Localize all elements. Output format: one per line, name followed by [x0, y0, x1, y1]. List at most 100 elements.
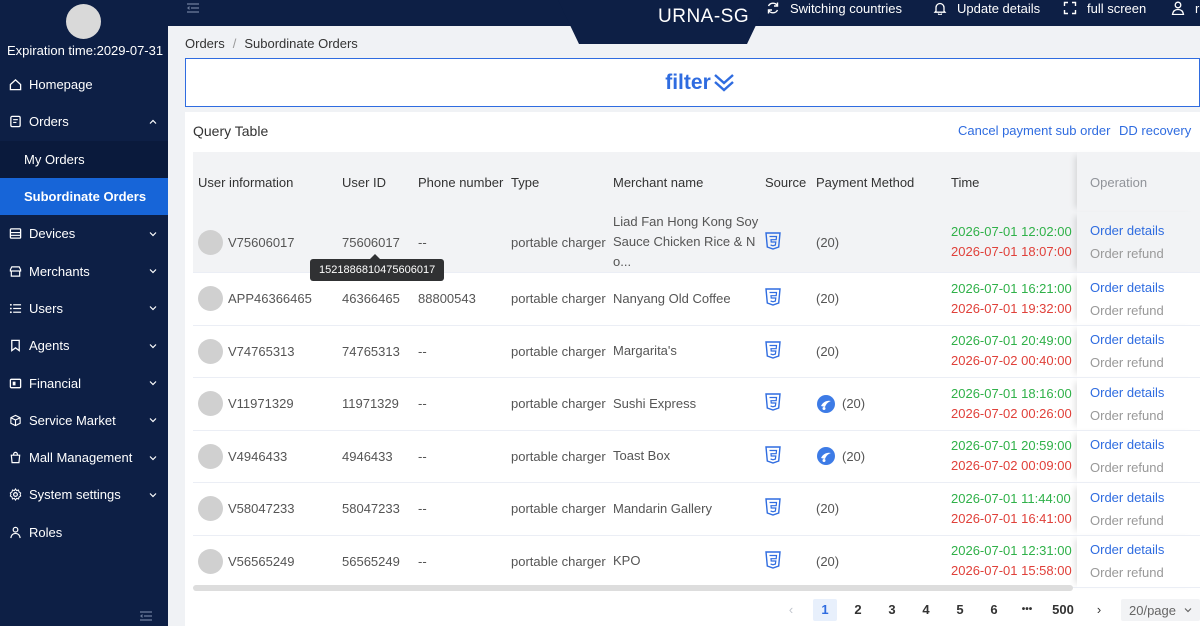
cube-icon	[8, 413, 22, 427]
payment-value: (20)	[816, 343, 840, 359]
user-id-cell[interactable]: 58047233	[337, 482, 413, 536]
time-cell: 2026-07-01 18:16:00 2026-07-02 00:26:00	[946, 377, 1077, 431]
order-refund-link: Order refund	[1090, 407, 1164, 423]
user-id-cell[interactable]: 4946433	[337, 430, 413, 483]
sidebar-item-label: Mall Management	[29, 450, 133, 466]
sidebar-item-subordinate-orders[interactable]: Subordinate Orders	[0, 177, 168, 216]
page-button[interactable]: 2	[846, 599, 870, 621]
end-time: 2026-07-01 15:58:00	[951, 563, 1072, 579]
horizontal-scrollbar[interactable]	[193, 585, 1073, 591]
sidebar-menu: Homepage Orders My Orders Subordinate Or…	[0, 66, 168, 551]
app-title: URNA-SG	[658, 6, 750, 27]
update-details-label: Update details	[957, 0, 1041, 16]
sidebar-item-agents[interactable]: Agents	[0, 327, 168, 364]
user-info-cell: V4946433	[193, 430, 337, 483]
dd-recovery-link[interactable]: DD recovery	[1119, 123, 1191, 138]
phone-cell: --	[413, 482, 506, 536]
filter-toggle[interactable]: filter	[185, 58, 1200, 107]
table-header-row: User information User ID Phone number Ty…	[193, 152, 1200, 212]
sidebar-item-roles[interactable]: Roles	[0, 514, 168, 551]
sidebar-item-orders[interactable]: Orders	[0, 103, 168, 140]
cancel-payment-sub-order-link[interactable]: Cancel payment sub order	[958, 123, 1110, 138]
page-button[interactable]: 500	[1047, 599, 1079, 621]
operation-cell: Order details Order refund	[1077, 377, 1200, 431]
page-button[interactable]: 6	[982, 599, 1006, 621]
html5-icon	[765, 231, 781, 250]
store-icon	[8, 264, 22, 278]
order-details-link[interactable]: Order details	[1090, 276, 1200, 299]
merchant-name: KPO	[613, 553, 641, 569]
page-button[interactable]: 3	[880, 599, 904, 621]
sidebar-item-label: Roles	[29, 524, 63, 540]
source-cell	[760, 482, 811, 536]
sidebar-item-financial[interactable]: Financial	[0, 364, 168, 401]
fullscreen-button[interactable]: full screen	[1063, 0, 1146, 16]
html5-icon	[765, 393, 781, 411]
sidebar-item-service-market[interactable]: Service Market	[0, 402, 168, 439]
switch-country-button[interactable]: Switching countries	[766, 0, 902, 16]
avatar[interactable]	[66, 4, 101, 39]
user-id-cell[interactable]: 74765313	[337, 325, 413, 378]
page-button[interactable]: 5	[948, 599, 972, 621]
payment-value: (20)	[816, 234, 840, 250]
sidebar-item-homepage[interactable]: Homepage	[0, 66, 168, 103]
source-cell	[760, 430, 811, 483]
chevron-down-icon	[149, 455, 157, 460]
order-refund-link: Order refund	[1090, 355, 1164, 371]
sidebar-item-mall-management[interactable]: Mall Management	[0, 439, 168, 476]
sidebar-item-system-settings[interactable]: System settings	[0, 476, 168, 513]
fold-menu-icon[interactable]	[186, 2, 200, 14]
merchant-name: Margarita's	[613, 343, 677, 359]
end-time: 2026-07-01 18:07:00	[951, 244, 1072, 259]
user-id-cell[interactable]: 56565249	[337, 535, 413, 588]
order-details-link[interactable]: Order details	[1090, 433, 1200, 456]
sidebar-item-users[interactable]: Users	[0, 290, 168, 327]
start-time: 2026-07-01 18:16:00	[951, 385, 1072, 401]
merchant-cell: Margarita's	[608, 325, 760, 378]
avatar	[198, 229, 223, 255]
sidebar-item-label: Subordinate Orders	[24, 189, 147, 205]
avatar	[198, 338, 223, 364]
next-page-button[interactable]: ›	[1087, 599, 1111, 621]
user-id-cell[interactable]: 11971329	[337, 377, 413, 431]
column-header: Operation	[1077, 152, 1200, 212]
sidebar-item-my-orders[interactable]: My Orders	[0, 140, 168, 178]
chevron-down-icon	[149, 306, 157, 311]
user-info-cell: V74765313	[193, 325, 337, 378]
expiration-text: Expiration time:2029-07-31	[7, 43, 164, 58]
merchant-name: Liad Fan Hong Kong Soy Sauce Chicken Ric…	[613, 214, 759, 269]
order-details-link[interactable]: Order details	[1090, 328, 1200, 351]
page-button[interactable]: 1	[813, 599, 837, 621]
prev-page-button[interactable]: ‹	[779, 599, 803, 621]
html5-icon	[765, 341, 781, 359]
user-menu-button[interactable]: r	[1171, 0, 1199, 16]
order-details-link[interactable]: Order details	[1090, 381, 1200, 404]
time-cell: 2026-07-01 20:49:00 2026-07-02 00:40:00	[946, 325, 1077, 378]
sidebar-item-devices[interactable]: Devices	[0, 215, 168, 252]
operation-cell: Order details Order refund	[1077, 212, 1200, 273]
merchant-cell: Nanyang Old Coffee	[608, 272, 760, 326]
merchant-name: Mandarin Gallery	[613, 500, 712, 516]
end-time: 2026-07-01 16:41:00	[951, 510, 1072, 526]
breadcrumb-root[interactable]: Orders	[185, 36, 225, 51]
sidebar-item-label: Orders	[29, 114, 69, 130]
order-refund-link: Order refund	[1090, 460, 1164, 476]
user-info-cell: V56565249	[193, 535, 337, 588]
collapse-menu-icon[interactable]	[139, 610, 153, 622]
order-details-link[interactable]: Order details	[1090, 538, 1200, 561]
more-pages-button[interactable]: •••	[1015, 599, 1039, 621]
end-time: 2026-07-02 00:40:00	[951, 353, 1072, 369]
order-details-link[interactable]: Order details	[1090, 486, 1200, 509]
update-details-button[interactable]: Update details	[933, 0, 1040, 16]
sidebar-item-label: My Orders	[24, 151, 85, 167]
page-button[interactable]: 4	[914, 599, 938, 621]
user-name: V74765313	[228, 343, 295, 359]
breadcrumb-separator: /	[232, 36, 237, 51]
order-details-link[interactable]: Order details	[1090, 219, 1200, 242]
phone-cell: --	[413, 430, 506, 483]
page-size-select[interactable]: 20/page	[1121, 599, 1200, 621]
phone-cell: --	[413, 325, 506, 378]
merchant-cell: KPO	[608, 535, 760, 588]
start-time: 2026-07-01 16:21:00	[951, 280, 1072, 296]
sidebar-item-merchants[interactable]: Merchants	[0, 252, 168, 289]
